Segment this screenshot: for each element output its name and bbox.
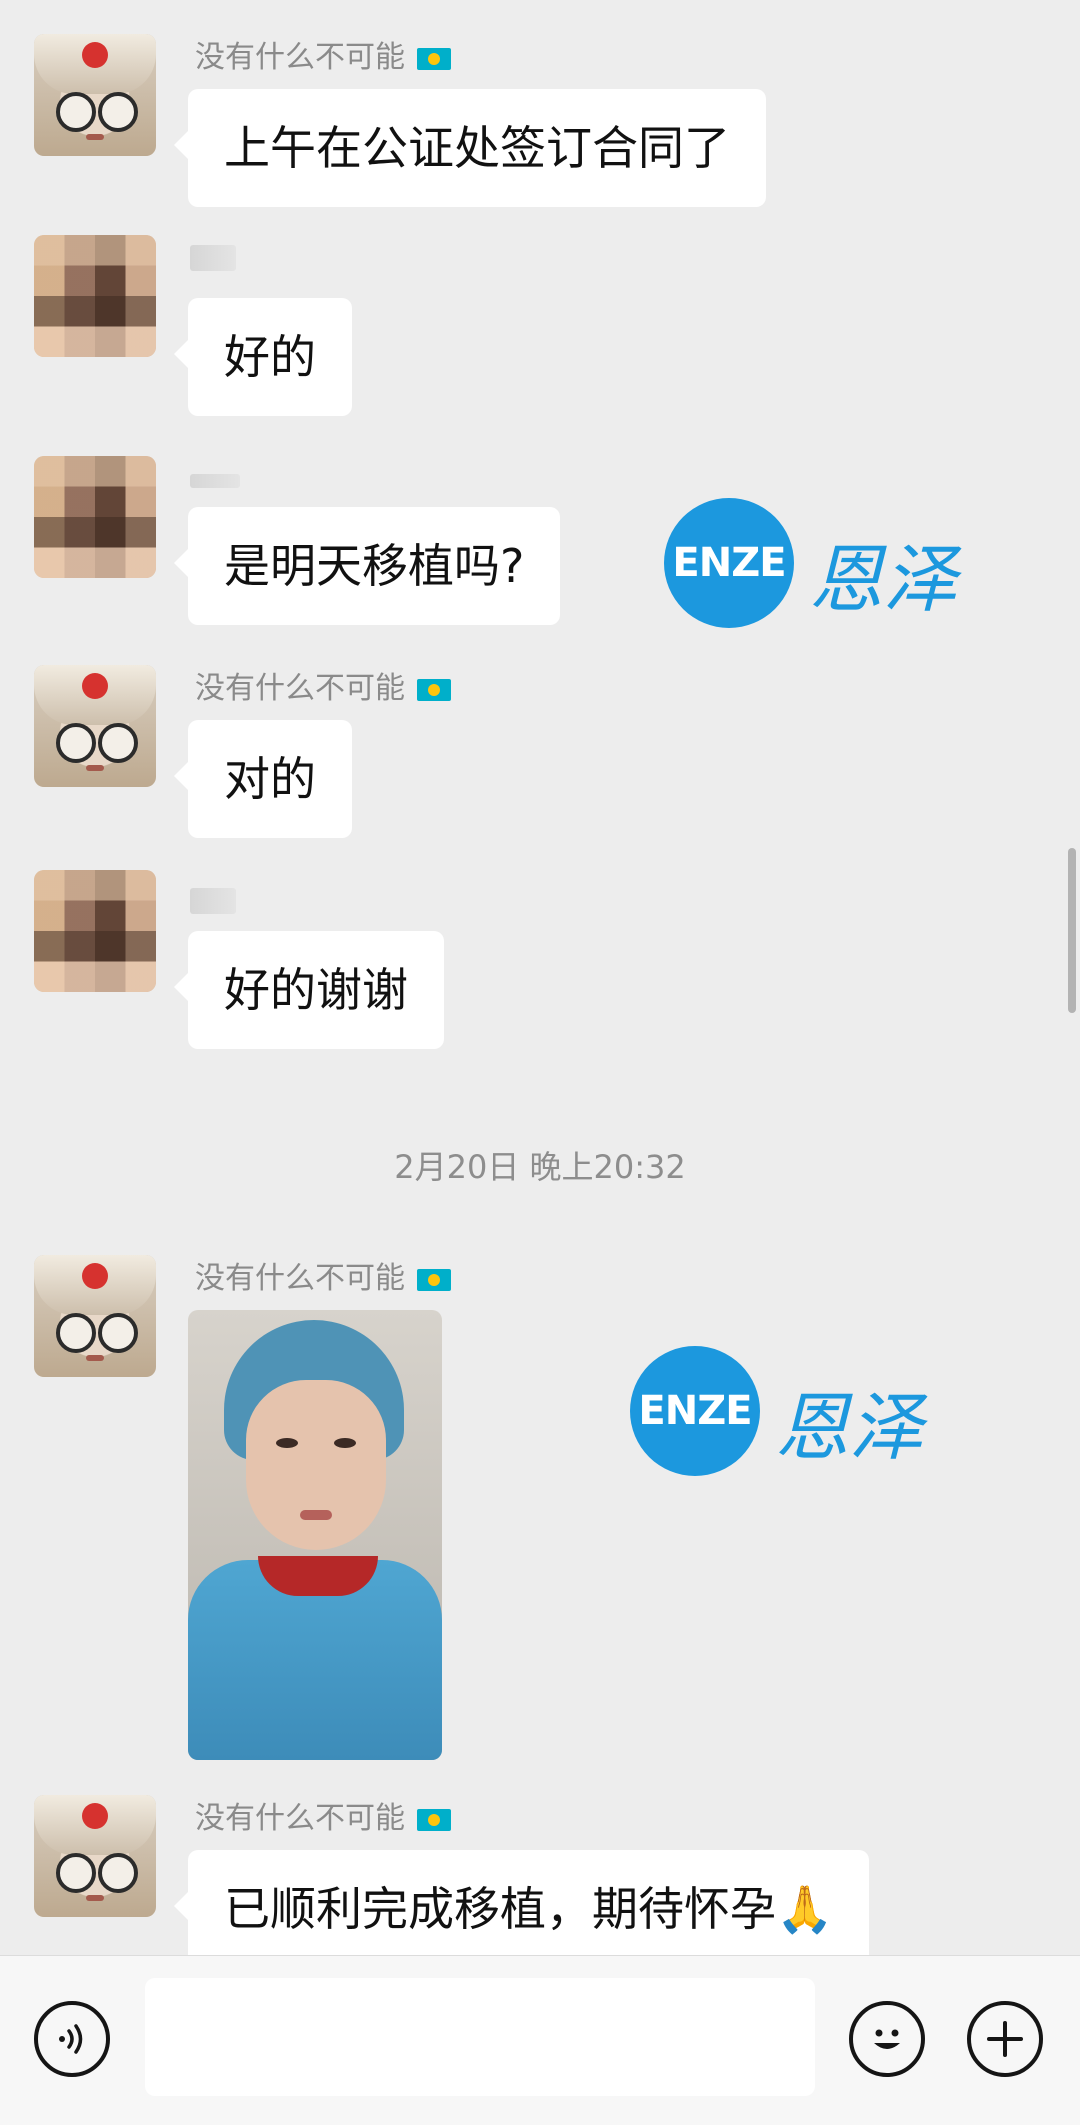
avatar[interactable] bbox=[34, 235, 156, 357]
chat-message-list[interactable]: 没有什么不可能 上午在公证处签订合同了 好的 是明天移植吗? ENZE 恩泽 没… bbox=[0, 0, 1080, 1955]
message-bubble[interactable]: 对的 bbox=[174, 720, 352, 838]
avatar-mouth bbox=[86, 134, 104, 140]
blurred-sender-name bbox=[190, 888, 236, 914]
avatar-glasses bbox=[98, 1853, 138, 1893]
watermark-chinese: 恩泽 bbox=[775, 1385, 923, 1471]
voice-icon[interactable] bbox=[34, 2001, 110, 2077]
avatar[interactable] bbox=[34, 870, 156, 992]
kazakhstan-flag-icon bbox=[417, 47, 451, 70]
avatar-mouth bbox=[86, 1355, 104, 1361]
sender-name: 没有什么不可能 bbox=[195, 663, 451, 707]
photo-eye bbox=[276, 1438, 298, 1448]
input-bar bbox=[0, 1955, 1080, 2125]
avatar-mouth bbox=[86, 1895, 104, 1901]
patient-in-surgical-gown-photo[interactable] bbox=[188, 1310, 442, 1760]
emoji-icon[interactable] bbox=[849, 2001, 925, 2077]
photo-face bbox=[246, 1380, 386, 1550]
sender-name-text: 没有什么不可能 bbox=[195, 671, 405, 706]
sender-name: 没有什么不可能 bbox=[195, 1253, 451, 1297]
emoji-icon-glyph bbox=[874, 2029, 900, 2049]
avatar-nose bbox=[82, 1803, 108, 1829]
plus-icon-glyph bbox=[987, 2021, 1023, 2057]
avatar[interactable] bbox=[34, 1795, 156, 1917]
blurred-sender-name bbox=[190, 245, 236, 271]
avatar-glasses bbox=[56, 1853, 96, 1893]
avatar[interactable] bbox=[34, 665, 156, 787]
blurred-sender-name bbox=[190, 474, 240, 488]
kazakhstan-flag-icon bbox=[417, 1808, 451, 1831]
message-bubble[interactable]: 上午在公证处签订合同了 bbox=[174, 89, 766, 207]
plus-icon[interactable] bbox=[967, 2001, 1043, 2077]
message-bubble[interactable]: 已顺利完成移植，期待怀孕🙏 bbox=[173, 1850, 870, 1955]
message-input[interactable] bbox=[145, 1978, 815, 2096]
message-bubble[interactable]: 好的 bbox=[174, 298, 352, 416]
sender-name: 没有什么不可能 bbox=[195, 1793, 451, 1837]
avatar-nose bbox=[82, 42, 108, 68]
photo-eye bbox=[334, 1438, 356, 1448]
avatar-mouth bbox=[86, 765, 104, 771]
avatar-nose bbox=[82, 1263, 108, 1289]
scrollbar[interactable] bbox=[1068, 848, 1076, 1013]
kazakhstan-flag-icon bbox=[417, 678, 451, 701]
watermark-chinese: 恩泽 bbox=[809, 537, 957, 623]
sender-name-text: 没有什么不可能 bbox=[195, 40, 405, 75]
sender-name-text: 没有什么不可能 bbox=[195, 1801, 405, 1836]
watermark-logo: ENZE bbox=[664, 498, 794, 628]
avatar-glasses bbox=[98, 92, 138, 132]
message-bubble[interactable]: 好的谢谢 bbox=[174, 931, 444, 1049]
avatar-glasses bbox=[56, 1313, 96, 1353]
avatar[interactable] bbox=[34, 1255, 156, 1377]
photo-lips bbox=[300, 1510, 332, 1520]
message-bubble[interactable]: 是明天移植吗? bbox=[173, 507, 561, 625]
watermark-logo: ENZE bbox=[630, 1346, 760, 1476]
avatar[interactable] bbox=[34, 34, 156, 156]
kazakhstan-flag-icon bbox=[417, 1268, 451, 1291]
voice-icon-glyph bbox=[59, 2024, 83, 2054]
sender-name: 没有什么不可能 bbox=[195, 32, 451, 76]
avatar[interactable] bbox=[34, 456, 156, 578]
avatar-glasses bbox=[56, 92, 96, 132]
avatar-glasses bbox=[98, 723, 138, 763]
timestamp: 2月20日 晚上20:32 bbox=[394, 1148, 686, 1186]
avatar-glasses bbox=[98, 1313, 138, 1353]
avatar-glasses bbox=[56, 723, 96, 763]
avatar-nose bbox=[82, 673, 108, 699]
sender-name-text: 没有什么不可能 bbox=[195, 1261, 405, 1296]
